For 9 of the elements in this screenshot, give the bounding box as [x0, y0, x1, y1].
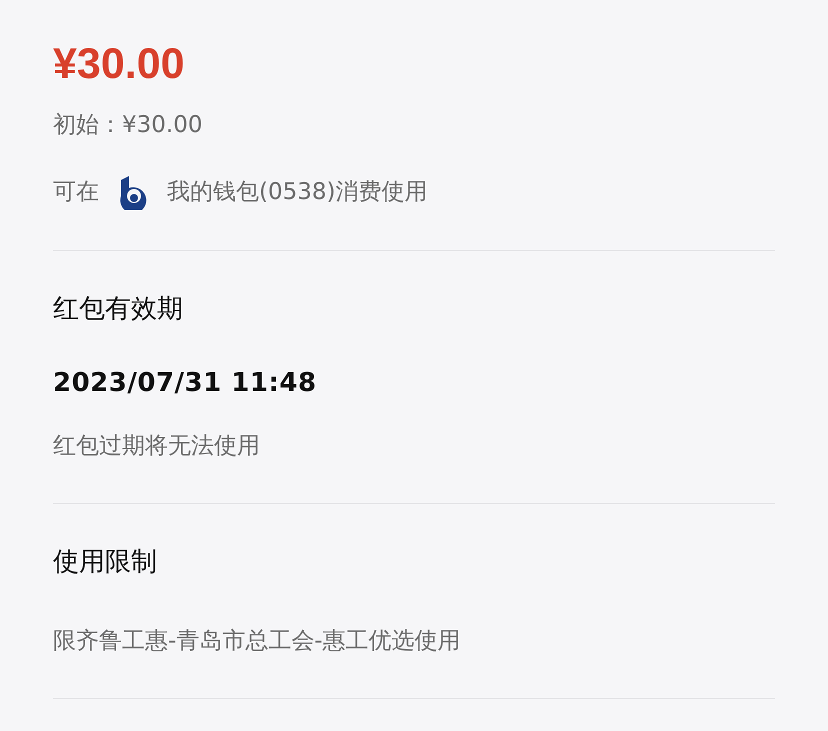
section-note: 红包过期将无法使用	[53, 432, 261, 461]
initial-amount: 初始：¥30.00	[53, 111, 204, 140]
usable-label: 可在	[53, 178, 99, 207]
wallet-text: 我的钱包(0538)消费使用	[167, 178, 428, 207]
section-title: 红包有效期	[53, 293, 184, 326]
section-note: 限齐鲁工惠-青岛市总工会-惠工优选使用	[53, 627, 462, 656]
coupon-amount: ¥30.00	[53, 39, 186, 90]
expiry-date: 2023/07/31 11:48	[53, 367, 318, 400]
section-title: 使用限制	[53, 546, 158, 579]
